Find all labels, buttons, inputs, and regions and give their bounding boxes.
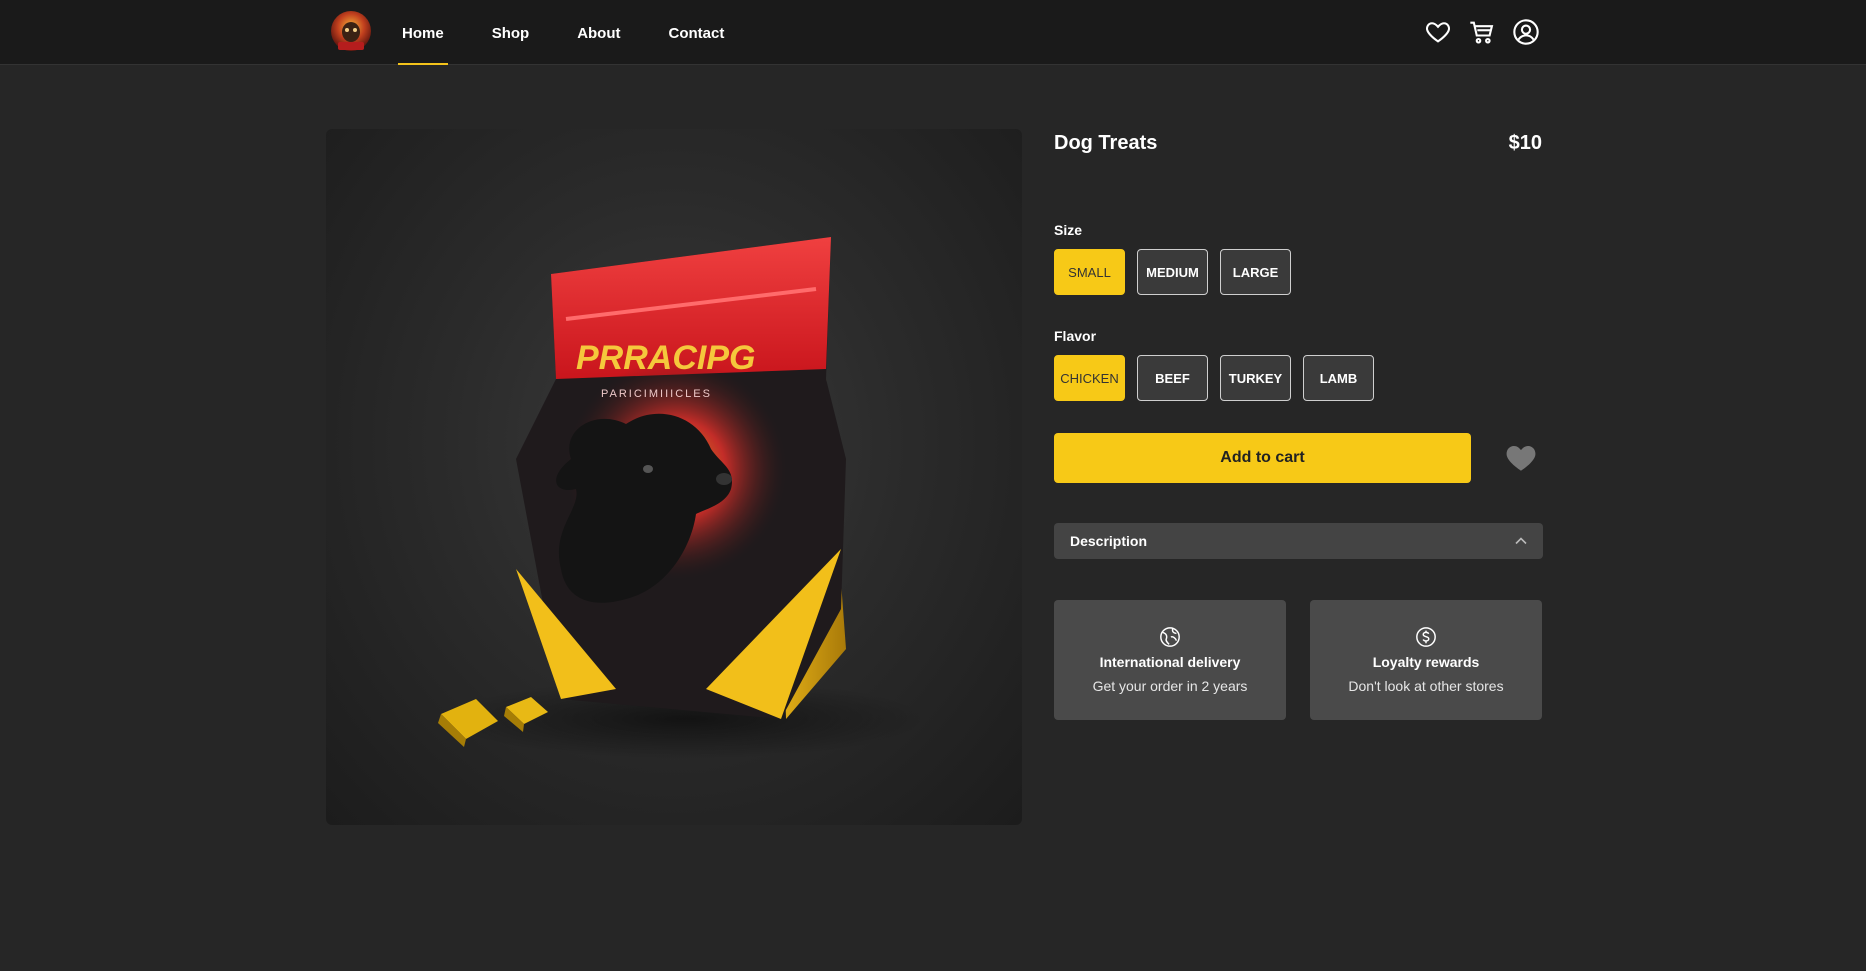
size-option-large[interactable]: LARGE: [1220, 249, 1291, 295]
flavor-option-lamb[interactable]: LAMB: [1303, 355, 1374, 401]
size-options: SMALL MEDIUM LARGE: [1054, 249, 1291, 295]
globe-icon: [1160, 627, 1180, 647]
flavor-label: Flavor: [1054, 328, 1097, 344]
brand-logo[interactable]: [330, 10, 372, 56]
size-option-medium[interactable]: MEDIUM: [1137, 249, 1208, 295]
feature-text: Don't look at other stores: [1348, 678, 1504, 694]
description-label: Description: [1070, 533, 1148, 549]
nav-icons: [1424, 18, 1540, 46]
flavor-option-turkey[interactable]: TURKEY: [1220, 355, 1291, 401]
top-navbar: Home Shop About Contact: [0, 0, 1866, 65]
description-accordion[interactable]: Description: [1054, 523, 1543, 559]
add-to-cart-button[interactable]: Add to cart: [1054, 433, 1471, 483]
package-subtitle-text: PARICIMIIICLES: [601, 388, 712, 400]
package-title-text: PRRACIPG: [576, 339, 755, 377]
feature-title: Loyalty rewards: [1372, 654, 1480, 670]
user-icon[interactable]: [1512, 18, 1540, 46]
heart-icon[interactable]: [1424, 18, 1452, 46]
product-image: PRRACIPG PARICIMIIICLES: [326, 129, 1022, 825]
wishlist-heart-icon[interactable]: [1504, 442, 1538, 474]
nav-contact[interactable]: Contact: [665, 0, 729, 65]
size-option-small[interactable]: SMALL: [1054, 249, 1125, 295]
product-price: $10: [1508, 132, 1542, 154]
flavor-options: CHICKEN BEEF TURKEY LAMB: [1054, 355, 1374, 401]
nav-about[interactable]: About: [573, 0, 624, 65]
feature-title: International delivery: [1099, 654, 1241, 670]
dollar-icon: [1416, 627, 1436, 647]
product-title: Dog Treats: [1054, 132, 1158, 154]
chevron-up-icon: [1515, 537, 1527, 545]
feature-card-loyalty: Loyalty rewards Don't look at other stor…: [1310, 600, 1542, 720]
nav-home[interactable]: Home: [398, 0, 448, 65]
flavor-option-chicken[interactable]: CHICKEN: [1054, 355, 1125, 401]
feature-card-delivery: International delivery Get your order in…: [1054, 600, 1286, 720]
cart-icon[interactable]: [1468, 18, 1496, 46]
main-nav: Home Shop About Contact: [398, 0, 768, 65]
nav-shop[interactable]: Shop: [488, 0, 534, 65]
size-label: Size: [1054, 222, 1083, 238]
flavor-option-beef[interactable]: BEEF: [1137, 355, 1208, 401]
feature-text: Get your order in 2 years: [1092, 678, 1248, 694]
